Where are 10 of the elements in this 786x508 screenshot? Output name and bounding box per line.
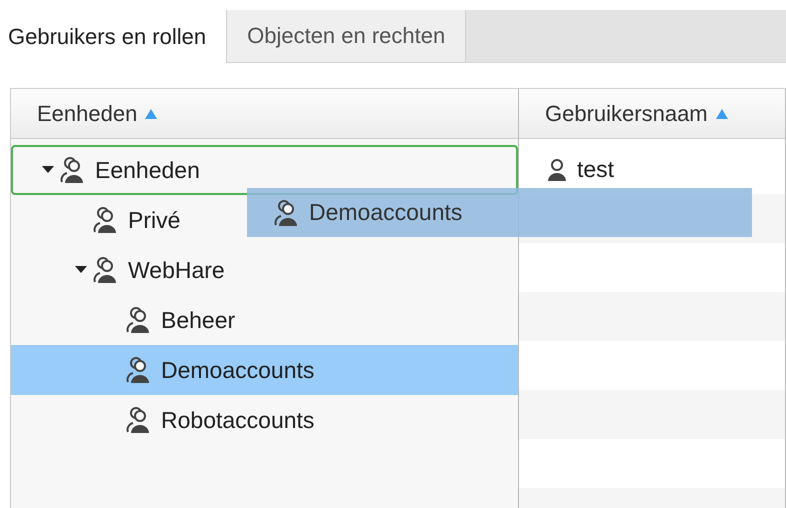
user-name: test [577,156,614,183]
tree-item-label: WebHare [128,256,225,284]
column-header-label: Gebruikersnaam [545,100,708,126]
tree-item-label: Beheer [161,306,236,334]
column-header-label: Eenheden [37,100,138,126]
tree-item-label: Eenheden [95,156,200,184]
drag-ghost-label: Demoaccounts [309,199,462,226]
tree-item-label: Robotaccounts [161,406,314,434]
tree-item-label: Privé [128,206,180,234]
tree-item-label: Demoaccounts [161,356,314,384]
